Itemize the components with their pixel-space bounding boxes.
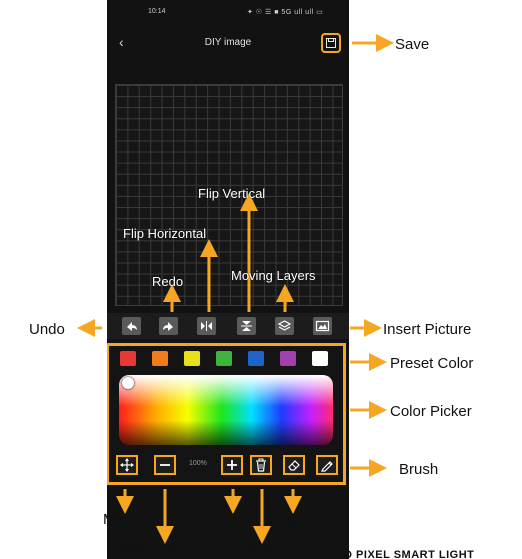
- label-insert-picture: Insert Picture: [383, 321, 472, 338]
- label-zoom-in: Zoom In: [182, 511, 238, 528]
- label-eraser-tool: Eraser Tool: [269, 513, 345, 530]
- label-color-picker: Color Picker: [390, 403, 472, 420]
- label-flip-horizontal: Flip Horizontal: [123, 226, 207, 241]
- label-move: Move: [103, 511, 140, 528]
- label-save: Save: [395, 36, 430, 53]
- footer-brand: LED PIXEL SMART LIGHT: [329, 543, 522, 559]
- label-zoom-out: Zoom Out: [110, 540, 177, 557]
- label-undo: Undo: [29, 321, 65, 338]
- label-brush: Brush: [399, 461, 439, 478]
- label-redo: Redo: [152, 274, 184, 289]
- label-clear: Clear: [238, 540, 274, 557]
- label-preset-color: Preset Color: [390, 355, 474, 372]
- footer-brand-text: LED PIXEL SMART LIGHT: [329, 549, 475, 559]
- label-moving-layers: Moving Layers: [231, 268, 316, 283]
- label-flip-vertical: Flip Vertical: [198, 186, 266, 201]
